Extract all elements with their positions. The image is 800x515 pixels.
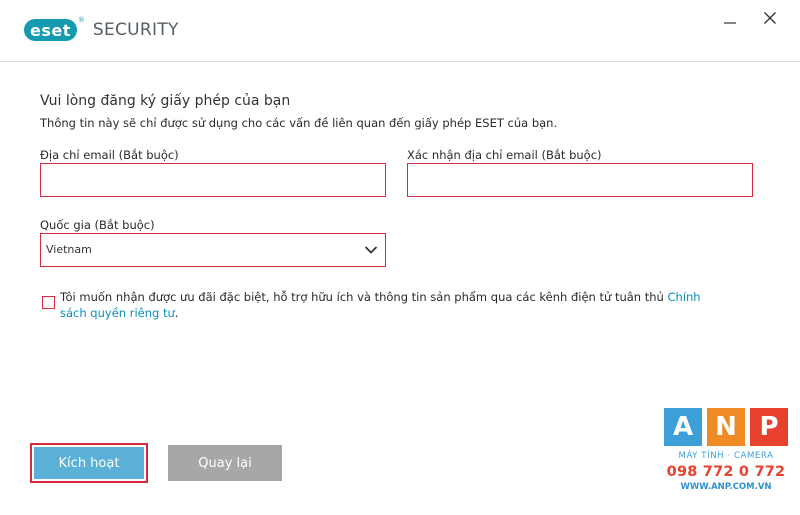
close-button[interactable] bbox=[757, 6, 783, 30]
page-heading: Vui lòng đăng ký giấy phép của bạn bbox=[40, 93, 291, 109]
page-subheading: Thông tin này sẽ chỉ được sử dụng cho cá… bbox=[40, 116, 558, 130]
watermark-tile-a: A bbox=[664, 408, 702, 446]
title-bar: eset ® SECURITY bbox=[0, 0, 800, 62]
watermark-url: WWW.ANP.COM.VN bbox=[680, 482, 772, 492]
country-select[interactable]: Vietnam bbox=[40, 233, 386, 267]
watermark-phone: 098 772 0 772 bbox=[666, 464, 786, 480]
watermark-tagline: MÁY TÍNH · CAMERA bbox=[678, 451, 774, 461]
watermark-tile-p: P bbox=[750, 408, 788, 446]
country-selected-value: Vietnam bbox=[46, 243, 92, 256]
brand-word: SECURITY bbox=[92, 20, 179, 40]
eset-logo-mark: eset bbox=[24, 19, 77, 41]
consent-body: Tôi muốn nhận được ưu đãi đặc biệt, hỗ t… bbox=[60, 290, 668, 304]
confirm-email-label: Xác nhận địa chỉ email (Bắt buộc) bbox=[407, 148, 602, 162]
confirm-email-field[interactable] bbox=[407, 163, 753, 197]
close-icon bbox=[764, 12, 776, 24]
consent-suffix: . bbox=[174, 306, 179, 320]
consent-text: Tôi muốn nhận được ưu đãi đặc biệt, hỗ t… bbox=[60, 289, 730, 321]
back-button[interactable]: Quay lại bbox=[168, 445, 282, 481]
activate-button[interactable]: Kích hoạt bbox=[30, 443, 148, 483]
eset-security-logo: eset ® SECURITY bbox=[24, 16, 179, 42]
minimize-icon bbox=[724, 22, 736, 24]
minimize-button[interactable] bbox=[717, 6, 743, 30]
chevron-down-icon bbox=[364, 246, 378, 254]
activate-button-label: Kích hoạt bbox=[34, 447, 144, 479]
registered-mark: ® bbox=[77, 16, 85, 24]
email-field[interactable] bbox=[40, 163, 386, 197]
watermark-tiles: A N P bbox=[664, 408, 788, 446]
consent-checkbox[interactable] bbox=[42, 296, 55, 309]
country-label: Quốc gia (Bắt buộc) bbox=[40, 218, 155, 232]
email-label: Địa chỉ email (Bắt buộc) bbox=[40, 148, 179, 162]
watermark-tile-n: N bbox=[707, 408, 745, 446]
anp-watermark: A N P MÁY TÍNH · CAMERA 098 772 0 772 WW… bbox=[664, 408, 788, 504]
